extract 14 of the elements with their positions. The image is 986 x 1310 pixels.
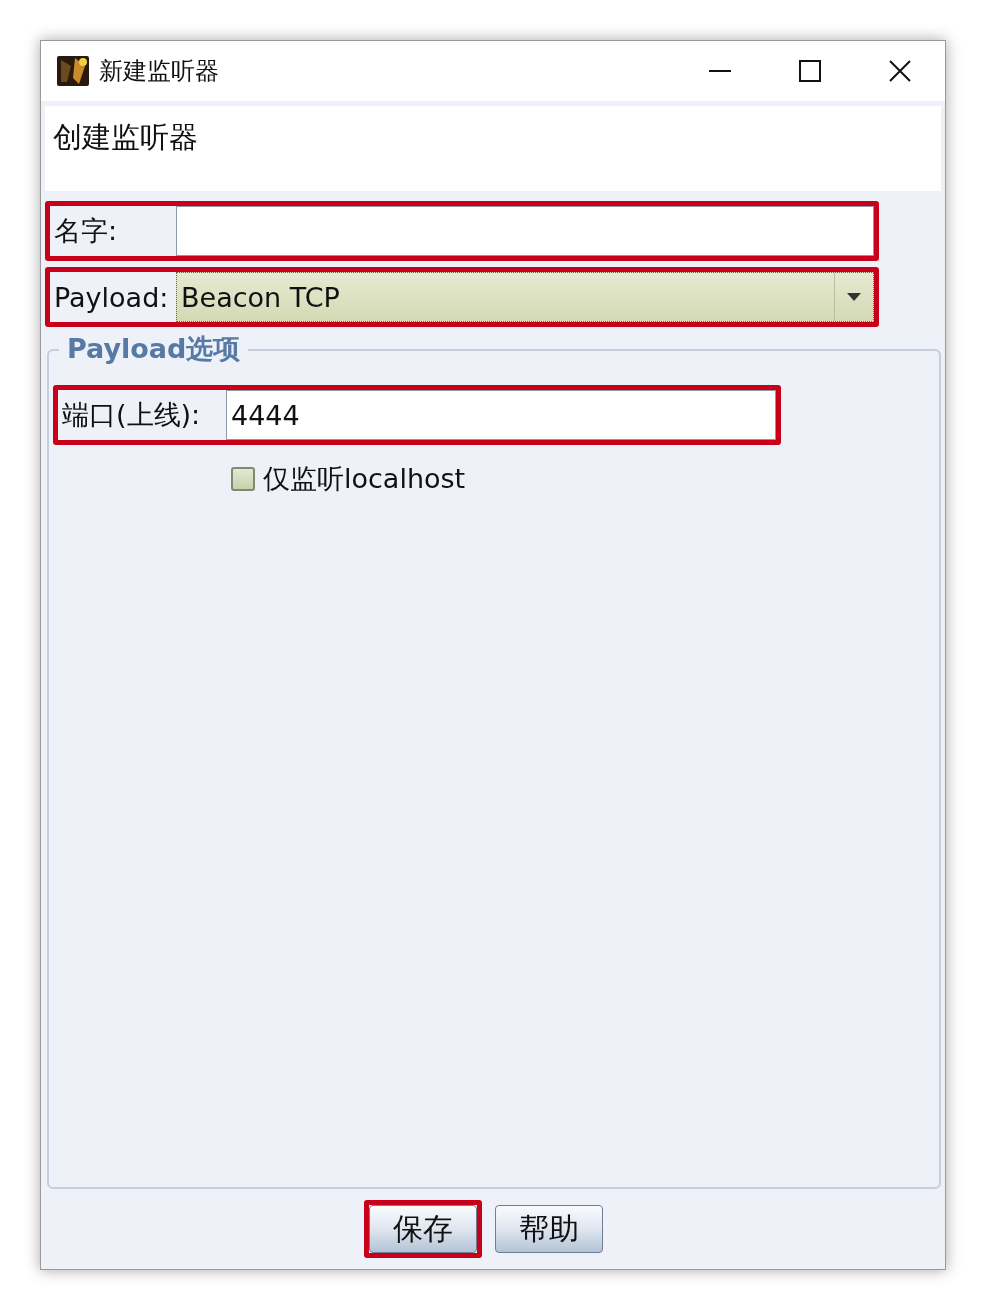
payload-dropdown[interactable]: Beacon TCP xyxy=(176,272,874,322)
app-icon xyxy=(57,56,89,86)
dialog-button[interactable]: 保存 xyxy=(369,1205,477,1253)
checkbox-label: 仅监听localhost xyxy=(263,462,466,496)
text-field[interactable]: 4444 xyxy=(226,390,776,440)
dialog-button[interactable]: 帮助 xyxy=(495,1205,603,1253)
checkbox[interactable] xyxy=(231,467,255,491)
dropdown-arrow-icon xyxy=(847,293,861,301)
close-icon xyxy=(889,60,911,82)
text-field[interactable] xyxy=(176,206,874,256)
header-text: 创建监听器 xyxy=(53,119,198,156)
window-title: 新建监听器 xyxy=(99,56,220,87)
maximize-icon xyxy=(799,60,821,82)
minimize-icon xyxy=(709,70,731,72)
